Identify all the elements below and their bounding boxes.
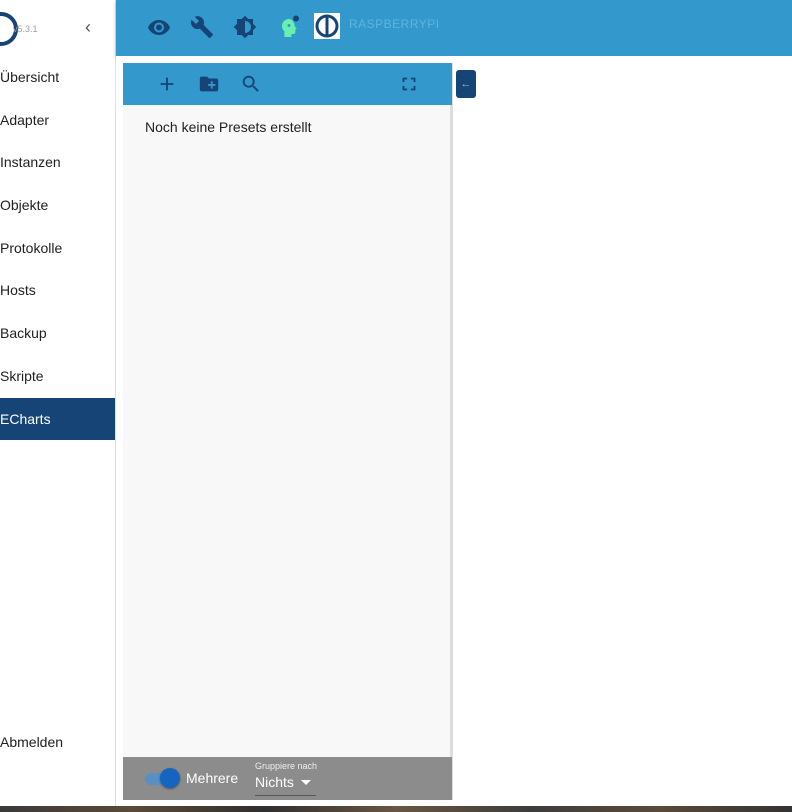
fullscreen-icon[interactable] <box>398 73 420 95</box>
arrow-left-icon[interactable]: ← <box>456 70 476 98</box>
multiple-toggle[interactable] <box>160 768 180 788</box>
iobroker-logo-icon <box>314 13 340 39</box>
presets-footer: Mehrere Gruppiere nach Nichts <box>123 757 452 800</box>
sidebar-item-hosts[interactable]: Hosts <box>0 269 115 312</box>
sidebar-item-objekte[interactable]: Objekte <box>0 184 115 227</box>
chevron-left-icon[interactable]: ‹ <box>79 16 97 38</box>
sidebar-header: v5.3.1 ‹ <box>0 0 116 56</box>
sidebar-item-echarts[interactable]: ECharts <box>0 397 115 441</box>
sidebar-item-protokolle[interactable]: Protokolle <box>0 227 115 270</box>
desktop-background-strip <box>0 806 792 812</box>
chevron-down-icon <box>301 780 311 785</box>
group-by-select[interactable]: Nichts <box>255 772 316 796</box>
sidebar-item-uebersicht[interactable]: Übersicht <box>0 56 115 99</box>
presets-toolbar <box>123 63 452 105</box>
sidebar-item-backup[interactable]: Backup <box>0 312 115 355</box>
host-name: RASPBERRYPI <box>349 17 440 31</box>
sidebar: v5.3.1 ‹ Übersicht Adapter Instanzen Obj… <box>0 0 116 806</box>
top-toolbar: RASPBERRYPI <box>116 0 792 56</box>
brightness-icon[interactable] <box>233 15 257 39</box>
sidebar-item-adapter[interactable]: Adapter <box>0 99 115 142</box>
group-by-label: Gruppiere nach <box>255 761 318 771</box>
multiple-toggle-label: Mehrere <box>186 770 239 786</box>
sidebar-item-skripte[interactable]: Skripte <box>0 355 115 398</box>
group-by-value: Nichts <box>255 774 294 790</box>
version-label: v5.3.1 <box>13 24 38 34</box>
empty-presets-message: Noch keine Presets erstellt <box>145 119 312 135</box>
eye-icon[interactable] <box>147 15 171 39</box>
logout-button[interactable]: Abmelden <box>0 728 63 756</box>
presets-panel: Noch keine Presets erstellt Mehrere Grup… <box>123 63 453 800</box>
search-icon[interactable] <box>240 73 262 95</box>
add-folder-icon[interactable] <box>198 73 220 95</box>
expert-mode-icon[interactable] <box>276 15 300 39</box>
sidebar-item-instanzen[interactable]: Instanzen <box>0 141 115 184</box>
wrench-icon[interactable] <box>190 15 214 39</box>
add-icon[interactable] <box>156 73 178 95</box>
sidebar-nav: Übersicht Adapter Instanzen Objekte Prot… <box>0 56 115 441</box>
